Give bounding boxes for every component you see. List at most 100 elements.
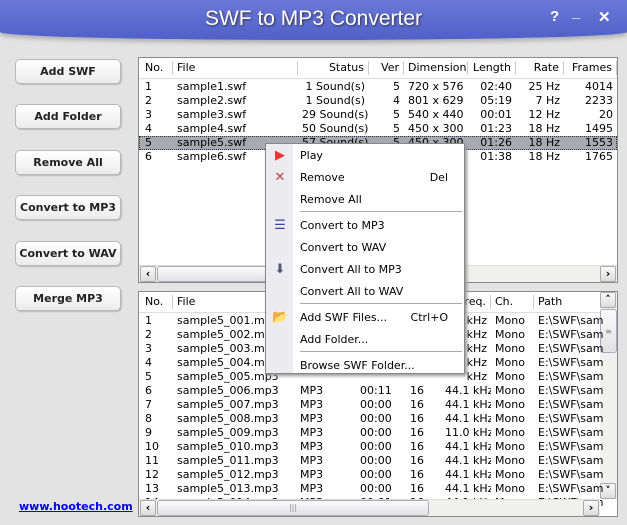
horizontal-scrollbar[interactable]: ‹ ||| › [139, 499, 600, 516]
column-header[interactable]: Status [298, 61, 369, 75]
table-cell: 5 [145, 136, 152, 149]
table-cell: 01:23 [480, 122, 512, 135]
table-cell: Mono [495, 398, 525, 411]
menu-item-convert-to-mp3[interactable]: Convert to MP3 [293, 215, 464, 237]
column-header[interactable]: Ch. [491, 295, 534, 309]
table-cell: sample5_007.mp3 [177, 398, 279, 411]
table-cell: E:\SWF\samp [538, 482, 604, 495]
table-cell: MP3 [300, 384, 324, 397]
menu-item-browse-swf-folder[interactable]: Browse SWF Folder... [293, 355, 464, 377]
column-header[interactable]: Length [468, 61, 516, 75]
table-row[interactable]: 6 sample5_006.mp3 MP3 00:11 16 44.1 kHz Mono E:… [139, 384, 617, 398]
table-row[interactable]: 3 sample3.swf 29 Sound(s) 5 540 x 440 00:01 12… [139, 108, 617, 122]
column-header[interactable]: Dimension [404, 61, 468, 75]
table-row[interactable]: 1 sample1.swf 1 Sound(s) 5 720 x 576 02:40 25 … [139, 80, 617, 94]
menu-item-add-folder[interactable]: Add Folder... [293, 329, 464, 351]
table-cell: 00:01 [480, 108, 512, 121]
scroll-left-button[interactable]: ‹ [140, 500, 156, 516]
table-cell: 4 [145, 122, 152, 135]
menu-item-label: Convert All to MP3 [300, 263, 402, 276]
table-row[interactable]: 12 sample5_012.mp3 MP3 00:00 16 44.1 kHz Mono E… [139, 468, 617, 482]
table-cell: 6 [145, 384, 152, 397]
column-header[interactable]: No. [141, 295, 173, 309]
menu-item-convert-all-to-wav[interactable]: Convert All to WAV [293, 281, 464, 303]
table-cell: 16 [410, 426, 424, 439]
table-cell: 00:11 [360, 384, 392, 397]
menu-item-remove[interactable]: Remove Del [293, 167, 464, 189]
menu-item-convert-all-to-mp3[interactable]: Convert All to MP3 [293, 259, 464, 281]
menu-item-convert-to-wav[interactable]: Convert to WAV [293, 237, 464, 259]
table-cell: Mono [495, 412, 525, 425]
scroll-right-button[interactable]: › [583, 500, 599, 516]
table-cell: 9 [145, 426, 152, 439]
help-button[interactable]: ? [550, 8, 559, 25]
table-cell: MP3 [300, 454, 324, 467]
table-cell: sample5_010.mp3 [177, 440, 279, 453]
table-cell: MP3 [300, 440, 324, 453]
website-link[interactable]: www.hootech.com [19, 500, 133, 513]
table-row[interactable]: 10 sample5_010.mp3 MP3 00:00 16 44.1 kHz Mono E… [139, 440, 617, 454]
scroll-left-button[interactable]: ‹ [140, 266, 156, 282]
menu-item-play[interactable]: Play [293, 145, 464, 167]
table-cell: 16 [410, 384, 424, 397]
table-cell: 11.0 kHz [445, 426, 491, 439]
table-cell: 1765 [585, 150, 613, 163]
table-row[interactable]: 4 sample4.swf 50 Sound(s) 5 450 x 300 01:23 18… [139, 122, 617, 136]
menu-item-remove-all[interactable]: Remove All [293, 189, 464, 211]
table-row[interactable]: 2 sample2.swf 1 Sound(s) 4 801 x 629 05:19 7 H… [139, 94, 617, 108]
table-cell: Mono [495, 342, 525, 355]
list-header: No. File Status Ver Dimension Length Rate Frame… [139, 58, 617, 79]
scroll-thumb[interactable]: ||| [157, 500, 429, 516]
table-cell: 1 Sound(s) [305, 80, 365, 93]
table-cell: 1 [145, 314, 152, 327]
table-cell: E:\SWF\samp [538, 412, 604, 425]
table-cell: E:\SWF\samp [538, 468, 604, 481]
table-cell: 00:00 [360, 412, 392, 425]
table-cell: E:\SWF\samp [538, 384, 604, 397]
menu-item-label: Convert to WAV [300, 241, 387, 254]
table-cell: 00:00 [360, 440, 392, 453]
close-button[interactable]: ✕ [598, 8, 611, 26]
convert-to-mp3-button[interactable]: Convert to MP3 [15, 195, 121, 220]
table-row[interactable]: 11 sample5_011.mp3 MP3 00:00 16 44.1 kHz Mono E… [139, 454, 617, 468]
menu-item-label: Remove All [300, 193, 362, 206]
column-header[interactable]: Ver [369, 61, 404, 75]
table-cell: sample4.swf [177, 122, 247, 135]
table-row[interactable]: 9 sample5_009.mp3 MP3 00:00 16 11.0 kHz Mono E:… [139, 426, 617, 440]
column-header[interactable]: No. [141, 61, 173, 75]
add-folder-button[interactable]: Add Folder [15, 104, 121, 129]
table-cell: sample5_006.mp3 [177, 384, 279, 397]
column-header[interactable]: Rate [516, 61, 564, 75]
table-cell: 44.1 kHz [445, 412, 491, 425]
table-cell: 16 [410, 412, 424, 425]
table-row[interactable]: 13 sample5_013.mp3 MP3 00:00 16 44.1 kHz Mono E… [139, 482, 617, 496]
convert-to-wav-button[interactable]: Convert to WAV [15, 241, 121, 266]
scroll-right-button[interactable]: › [600, 266, 616, 282]
table-cell: 18 Hz [528, 122, 560, 135]
merge-mp3-button[interactable]: Merge MP3 [15, 286, 121, 311]
table-cell: 450 x 300 [408, 122, 464, 135]
add-swf-button[interactable]: Add SWF [15, 59, 121, 84]
column-header[interactable]: Frames [564, 61, 617, 75]
menu-item-add-swf-files[interactable]: Add SWF Files... Ctrl+O [293, 307, 464, 329]
table-cell: Mono [495, 314, 525, 327]
scroll-up-button[interactable]: ˄ [600, 292, 616, 308]
table-cell: 00:00 [360, 426, 392, 439]
table-cell: Mono [495, 440, 525, 453]
table-cell: Mono [495, 426, 525, 439]
table-row[interactable]: 7 sample5_007.mp3 MP3 00:00 16 44.1 kHz Mono E:… [139, 398, 617, 412]
table-row[interactable]: 8 sample5_008.mp3 MP3 00:00 16 44.1 kHz Mono E:… [139, 412, 617, 426]
table-cell: 00:00 [360, 482, 392, 495]
column-header[interactable]: File [173, 61, 298, 75]
table-cell: 16 [410, 468, 424, 481]
table-cell: 44.1 kHz [445, 468, 491, 481]
minimize-button[interactable]: _ [572, 4, 580, 21]
table-cell: 44.1 kHz [445, 398, 491, 411]
column-header[interactable]: Path [534, 295, 604, 309]
table-cell: 11 [145, 454, 159, 467]
table-cell: 12 Hz [528, 108, 560, 121]
table-cell: 02:40 [480, 80, 512, 93]
remove-all-button[interactable]: Remove All [15, 150, 121, 175]
table-cell: 01:26 [480, 136, 512, 149]
table-cell: 50 Sound(s) [302, 122, 369, 135]
